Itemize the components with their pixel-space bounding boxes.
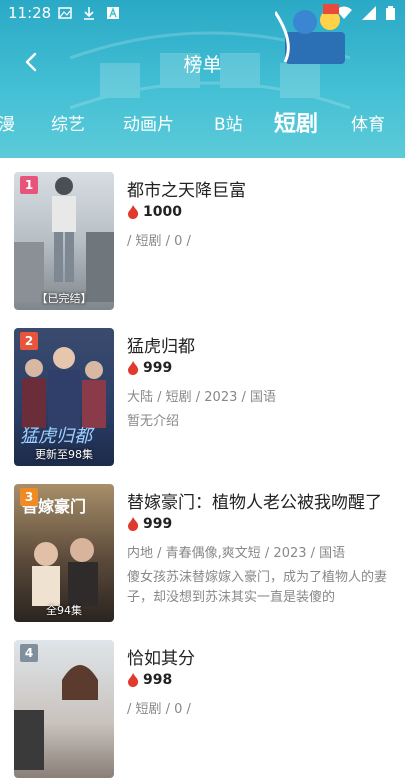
drama-meta: / 短剧 / 0 / — [127, 234, 191, 249]
hot-score: 999 — [127, 360, 172, 376]
tab-sports[interactable]: 体育 — [351, 110, 385, 135]
battery-icon — [386, 6, 395, 20]
tab-variety[interactable]: 综艺 — [51, 110, 85, 135]
tab-bilibili[interactable]: B站 — [214, 110, 243, 135]
fire-icon — [128, 517, 139, 531]
list-item[interactable]: 1 【已完结】 都市之天降巨富 1000 / 短剧 / 0 / — [0, 158, 405, 310]
tab-animation[interactable]: 动画片 — [123, 110, 174, 135]
tab-manga[interactable]: 漫 — [0, 110, 15, 135]
fire-icon — [128, 205, 139, 219]
category-tabs: 漫 综艺 动画片 B站 短剧 体育 — [0, 106, 405, 142]
list-item[interactable]: 4 恰如其分 998 / 短剧 / 0 / — [0, 626, 405, 778]
hot-score: 998 — [127, 672, 172, 688]
rank-badge: 4 — [20, 644, 38, 662]
poster-image[interactable]: 1 【已完结】 — [14, 172, 114, 310]
drama-meta: 内地 / 青春偶像,爽文短 / 2023 / 国语 — [127, 546, 346, 561]
cinema-mascot-decoration — [275, 4, 345, 64]
drama-description: 傻女孩苏沫替嫁嫁入豪门，成为了植物人的妻子，却没想到苏沫其实一直是装傻的 — [127, 570, 388, 605]
hot-value: 999 — [143, 516, 173, 532]
drama-meta: / 短剧 / 0 / — [127, 702, 191, 717]
drama-title[interactable]: 替嫁豪门：植物人老公被我吻醒了 — [127, 488, 395, 513]
header: 11:28 榜单 漫 综艺 动画片 B站 短剧 体育 — [0, 0, 405, 158]
list-item[interactable]: 替嫁豪门 3 全94集 替嫁豪门：植物人老公被我吻醒了 999 内地 / 青春偶… — [0, 470, 405, 622]
drama-title[interactable]: 猛虎归都 — [127, 332, 395, 357]
fire-icon — [128, 673, 139, 687]
tab-short-drama[interactable]: 短剧 — [274, 106, 318, 138]
hot-value: 1000 — [143, 204, 182, 220]
status-time: 11:28 — [8, 4, 52, 22]
rank-badge: 3 — [20, 488, 38, 506]
episode-status: 更新至98集 — [35, 448, 93, 461]
drama-title[interactable]: 都市之天降巨富 — [127, 176, 395, 201]
drama-description: 暂无介绍 — [127, 414, 180, 429]
drama-meta: 大陆 / 短剧 / 2023 / 国语 — [127, 390, 277, 405]
hot-value: 999 — [143, 360, 173, 376]
svg-text:猛虎归都: 猛虎归都 — [20, 426, 95, 447]
poster-image[interactable]: 4 — [14, 640, 114, 778]
a-icon — [107, 7, 119, 19]
fire-icon — [128, 361, 139, 375]
hot-score: 999 — [127, 516, 172, 532]
episode-status: 【已完结】 — [36, 292, 92, 305]
episode-status: 全94集 — [46, 604, 82, 617]
image-icon — [58, 7, 72, 19]
poster-image[interactable]: 替嫁豪门 3 全94集 — [14, 484, 114, 622]
download-icon — [84, 7, 94, 20]
hot-value: 998 — [143, 672, 173, 688]
rank-badge: 2 — [20, 332, 38, 350]
list-item[interactable]: 猛虎归都 2 更新至98集 猛虎归都 999 大陆 / 短剧 / 2023 / … — [0, 314, 405, 466]
poster-image[interactable]: 猛虎归都 2 更新至98集 — [14, 328, 114, 466]
hot-score: 1000 — [127, 204, 182, 220]
rank-badge: 1 — [20, 176, 38, 194]
drama-title[interactable]: 恰如其分 — [127, 644, 395, 669]
